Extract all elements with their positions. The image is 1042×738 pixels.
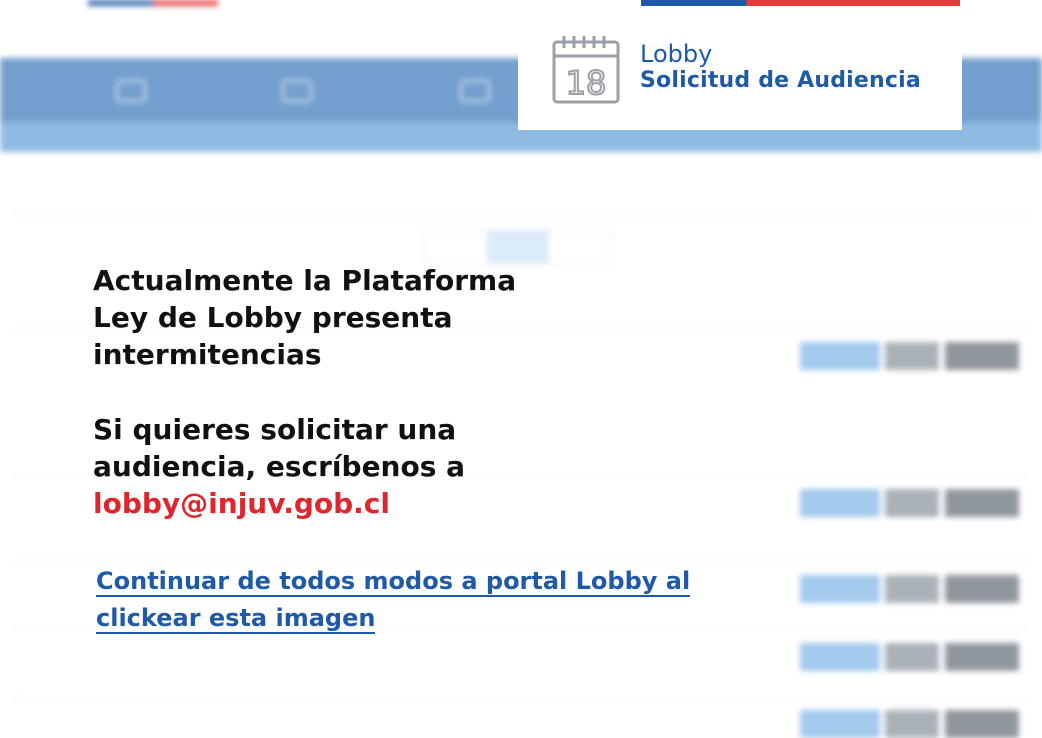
continue-link-line: Continuar de todos modos a portal Lobby … (96, 567, 691, 597)
donativos-button (945, 342, 1019, 370)
audiencia-button (800, 710, 880, 738)
audiencia-button (800, 489, 880, 517)
audiencia-button (800, 342, 880, 370)
nav-item-blurred (282, 78, 326, 104)
donativos-button (945, 575, 1019, 603)
audiencia-button (800, 643, 880, 671)
viajes-button (885, 489, 939, 517)
logo-subtitle: Solicitud de Audiencia (640, 68, 921, 93)
contact-email: lobby@injuv.gob.cl (93, 487, 390, 520)
viajes-button (885, 643, 939, 671)
logo-title: Lobby (640, 40, 713, 68)
message-line: Si quieres solicitar una (93, 413, 457, 446)
briefcase-icon (282, 80, 312, 102)
nav-item-blurred (116, 78, 160, 104)
lobby-logo-card: 18 Lobby Solicitud de Audiencia (518, 0, 962, 130)
continue-link-line: clickear esta imagen (96, 604, 376, 634)
donativos-button (945, 710, 1019, 738)
donativos-button (945, 489, 1019, 517)
message-line: intermitencias (93, 338, 322, 371)
calendar-number: 18 (566, 64, 607, 102)
message-line: audiencia, escríbenos a (93, 450, 466, 483)
table-row-divider (12, 560, 1030, 561)
filter-button-active (487, 231, 549, 263)
audiencia-button (800, 575, 880, 603)
viajes-button (885, 342, 939, 370)
continue-to-portal-link[interactable]: Continuar de todos modos a portal Lobby … (96, 563, 696, 637)
flag-stripe (641, 0, 960, 6)
message-line: Ley de Lobby presenta (93, 301, 453, 334)
brand-stripe (88, 0, 218, 6)
filter-button (425, 231, 487, 263)
filter-button-group (424, 230, 612, 264)
calendar-icon: 18 (552, 36, 620, 104)
document-icon (460, 80, 490, 102)
intermittency-message: Actualmente la Plataforma Ley de Lobby p… (93, 262, 733, 522)
divider (12, 213, 1030, 214)
viajes-button (885, 575, 939, 603)
nav-item-blurred (460, 78, 504, 104)
message-line: Actualmente la Plataforma (93, 264, 517, 297)
building-icon (116, 80, 146, 102)
donativos-button (945, 643, 1019, 671)
table-row-divider (12, 698, 1030, 699)
viajes-button (885, 710, 939, 738)
filter-button (549, 231, 611, 263)
